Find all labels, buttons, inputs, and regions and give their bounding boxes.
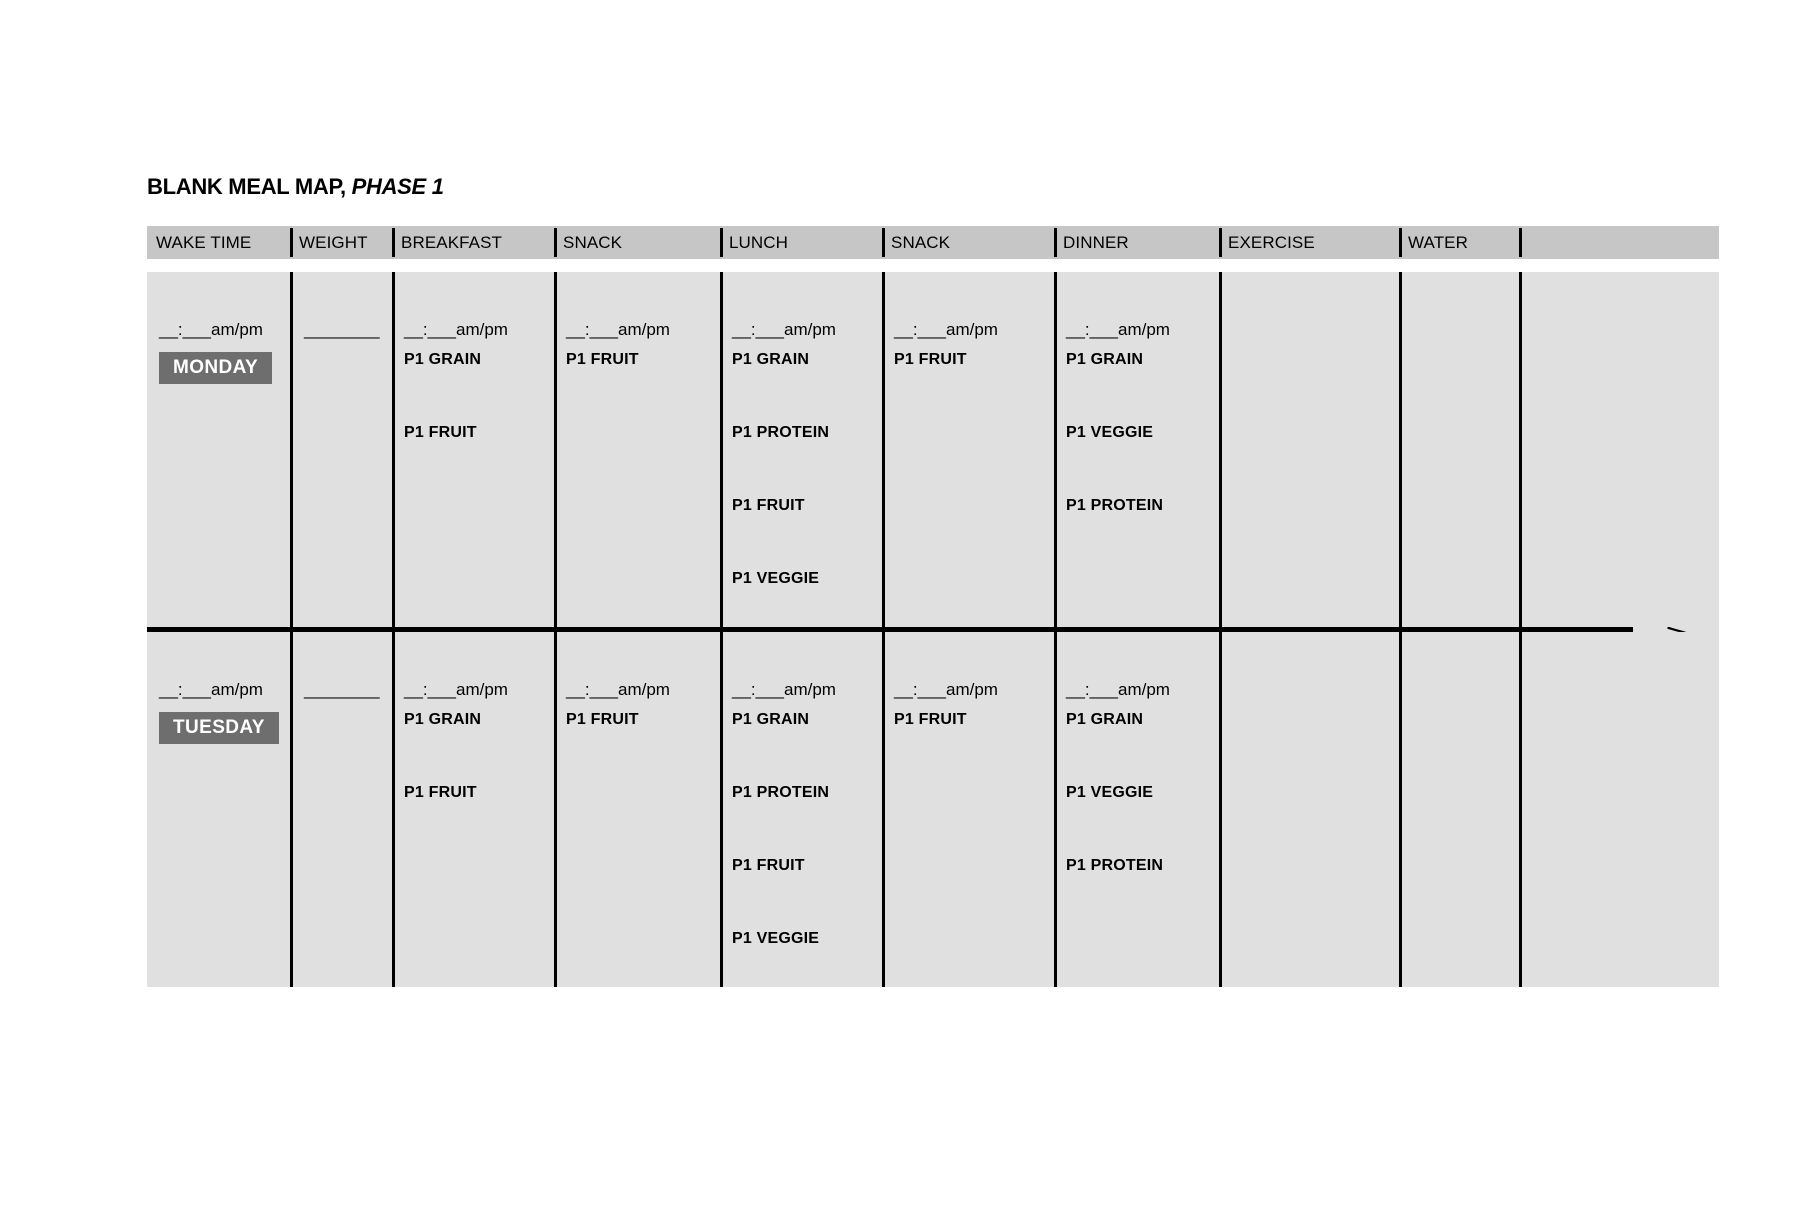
meal-item: P1 GRAIN (732, 351, 810, 368)
column-header-label: SNACK (563, 232, 623, 252)
breakfast-time-blank[interactable]: __:___am/pm (404, 681, 554, 698)
dinner-time-blank[interactable]: __:___am/pm (1066, 681, 1219, 698)
cell-weight[interactable]: ________ (290, 632, 392, 987)
meal-item: P1 PROTEIN (1066, 857, 1164, 874)
column-header-lunch: LUNCH (720, 226, 882, 259)
meal-item: P1 VEGGIE (1066, 784, 1154, 801)
wake-time-blank[interactable]: __:___am/pm (159, 681, 290, 698)
cell-dinner[interactable]: __:___am/pm P1 GRAIN P1 VEGGIE P1 PROTEI… (1054, 272, 1219, 627)
column-header-snack-2: SNACK (882, 226, 1054, 259)
snack-2-time-blank[interactable]: __:___am/pm (894, 321, 1054, 338)
meal-item: P1 PROTEIN (732, 784, 830, 801)
cell-water[interactable] (1399, 632, 1519, 987)
cell-exercise[interactable] (1219, 272, 1399, 627)
meal-item: P1 FRUIT (894, 351, 967, 368)
cell-dinner[interactable]: __:___am/pm P1 GRAIN P1 VEGGIE P1 PROTEI… (1054, 632, 1219, 987)
column-header-label: DINNER (1063, 232, 1129, 252)
column-header-label: WATER (1408, 232, 1468, 252)
column-header-label: EXERCISE (1228, 232, 1315, 252)
wake-time-blank[interactable]: __:___am/pm (159, 321, 290, 338)
day-badge-tuesday: TUESDAY (159, 712, 279, 744)
column-header-exercise: EXERCISE (1219, 226, 1399, 259)
cell-snack-1[interactable]: __:___am/pm P1 FRUIT (554, 632, 720, 987)
cell-wake-time[interactable]: __:___am/pm TUESDAY (147, 632, 290, 987)
meal-item: P1 VEGGIE (732, 570, 820, 587)
meal-map-table: WAKE TIME WEIGHT BREAKFAST SNACK LUNCH S… (147, 226, 1719, 987)
page-title: BLANK MEAL MAP, PHASE 1 (147, 176, 444, 198)
meal-item: P1 PROTEIN (732, 424, 830, 441)
table-header-row: WAKE TIME WEIGHT BREAKFAST SNACK LUNCH S… (147, 226, 1719, 259)
cell-breakfast[interactable]: __:___am/pm P1 GRAIN P1 FRUIT (392, 272, 554, 627)
column-header-dinner: DINNER (1054, 226, 1219, 259)
meal-item: P1 FRUIT (404, 424, 477, 441)
meal-item: P1 GRAIN (1066, 351, 1144, 368)
weight-blank[interactable]: ________ (304, 681, 392, 698)
weight-blank[interactable]: ________ (304, 321, 392, 338)
cell-lunch[interactable]: __:___am/pm P1 GRAIN P1 PROTEIN P1 FRUIT… (720, 272, 882, 627)
cell-weight[interactable]: ________ (290, 272, 392, 627)
column-header-weight: WEIGHT (290, 226, 392, 259)
day-badge-monday: MONDAY (159, 352, 273, 384)
dinner-time-blank[interactable]: __:___am/pm (1066, 321, 1219, 338)
cell-snack-2[interactable]: __:___am/pm P1 FRUIT (882, 272, 1054, 627)
table-row: __:___am/pm TUESDAY ________ __:___am/pm… (147, 632, 1719, 987)
cell-snack-1[interactable]: __:___am/pm P1 FRUIT (554, 272, 720, 627)
meal-item: P1 FRUIT (404, 784, 477, 801)
meal-item: P1 GRAIN (732, 711, 810, 728)
page-title-phase: PHASE 1 (351, 174, 444, 199)
snack-1-time-blank[interactable]: __:___am/pm (566, 321, 720, 338)
meal-item: P1 GRAIN (404, 711, 482, 728)
cell-phase-spacer (1519, 272, 1605, 627)
header-body-gap (147, 259, 1719, 272)
cell-exercise[interactable] (1219, 632, 1399, 987)
column-header-breakfast: BREAKFAST (392, 226, 554, 259)
column-header-snack-1: SNACK (554, 226, 720, 259)
snack-1-time-blank[interactable]: __:___am/pm (566, 681, 720, 698)
page-title-main: BLANK MEAL MAP, (147, 174, 346, 199)
lunch-time-blank[interactable]: __:___am/pm (732, 681, 882, 698)
column-header-label: WAKE TIME (156, 232, 252, 252)
cell-snack-2[interactable]: __:___am/pm P1 FRUIT (882, 632, 1054, 987)
lunch-time-blank[interactable]: __:___am/pm (732, 321, 882, 338)
column-header-phase (1519, 226, 1719, 259)
meal-item: P1 FRUIT (732, 497, 805, 514)
cell-phase-spacer (1519, 632, 1605, 987)
meal-item: P1 FRUIT (894, 711, 967, 728)
cell-wake-time[interactable]: __:___am/pm MONDAY (147, 272, 290, 627)
meal-item: P1 VEGGIE (1066, 424, 1154, 441)
meal-item: P1 GRAIN (1066, 711, 1144, 728)
snack-2-time-blank[interactable]: __:___am/pm (894, 681, 1054, 698)
page-canvas: BLANK MEAL MAP, PHASE 1 WAKE TIME WEIGHT… (0, 0, 1800, 1225)
meal-item: P1 FRUIT (566, 711, 639, 728)
meal-item: P1 GRAIN (404, 351, 482, 368)
column-header-label: LUNCH (729, 232, 789, 252)
meal-item: P1 VEGGIE (732, 930, 820, 947)
meal-item: P1 PROTEIN (1066, 497, 1164, 514)
meal-item: P1 FRUIT (732, 857, 805, 874)
column-header-label: SNACK (891, 232, 951, 252)
column-header-label: BREAKFAST (401, 232, 503, 252)
table-body: PHASE 1: UNWIND STRESS __:___am/pm MONDA… (147, 272, 1719, 987)
cell-water[interactable] (1399, 272, 1519, 627)
column-header-water: WATER (1399, 226, 1519, 259)
column-header-wake-time: WAKE TIME (147, 226, 290, 259)
table-row: __:___am/pm MONDAY ________ __:___am/pm … (147, 272, 1719, 627)
meal-item: P1 FRUIT (566, 351, 639, 368)
cell-lunch[interactable]: __:___am/pm P1 GRAIN P1 PROTEIN P1 FRUIT… (720, 632, 882, 987)
breakfast-time-blank[interactable]: __:___am/pm (404, 321, 554, 338)
column-header-label: WEIGHT (299, 232, 368, 252)
cell-breakfast[interactable]: __:___am/pm P1 GRAIN P1 FRUIT (392, 632, 554, 987)
